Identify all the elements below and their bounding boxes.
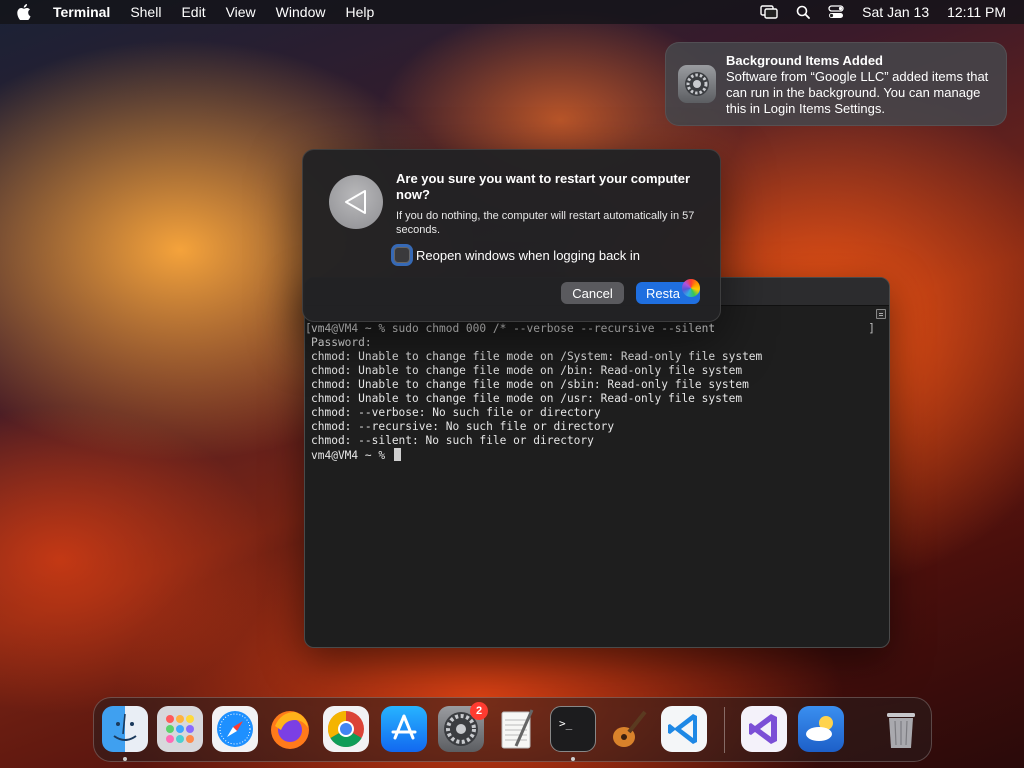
dock-terminal-icon[interactable]: >_	[550, 706, 596, 752]
menu-window[interactable]: Window	[276, 4, 326, 20]
terminal-prompt-line[interactable]: vm4@VM4 ~ %	[311, 448, 873, 463]
menu-app-name[interactable]: Terminal	[53, 4, 110, 20]
dock-chrome-icon[interactable]	[323, 706, 369, 752]
terminal-line: chmod: --verbose: No such file or direct…	[311, 406, 601, 419]
control-center-icon[interactable]	[828, 5, 844, 19]
system-settings-icon	[678, 65, 716, 103]
terminal-line: chmod: --recursive: No such file or dire…	[311, 420, 615, 433]
dock: 2 >_	[93, 697, 932, 762]
dock-safari-icon[interactable]	[212, 706, 258, 752]
reopen-windows-label: Reopen windows when logging back in	[416, 247, 641, 263]
terminal-line: vm4@VM4 ~ % sudo chmod 000 /* --verbose …	[311, 322, 716, 335]
terminal-output[interactable]: vm4@VM4 ~ % sudo chmod 000 /* --verbose …	[311, 322, 873, 463]
dock-finder-icon[interactable]	[102, 706, 148, 752]
dialog-title: Are you sure you want to restart your co…	[396, 171, 691, 202]
notification-body: Software from “Google LLC” added items t…	[726, 69, 989, 116]
dock-garageband-icon[interactable]	[605, 706, 651, 752]
restart-dialog: Are you sure you want to restart your co…	[302, 149, 721, 322]
terminal-line: chmod: Unable to change file mode on /sb…	[311, 378, 749, 391]
terminal-line: chmod: Unable to change file mode on /bi…	[311, 364, 743, 377]
dock-firefox-icon[interactable]	[267, 706, 313, 752]
terminal-line: Password:	[311, 336, 372, 349]
menubar-time[interactable]: 12:11 PM	[947, 4, 1006, 20]
terminal-scroll-icon[interactable]	[876, 309, 886, 319]
busy-cursor-icon	[682, 279, 700, 297]
menu-view[interactable]: View	[226, 4, 256, 20]
terminal-window[interactable]: [ ] vm4@VM4 ~ % sudo chmod 000 /* --verb…	[304, 277, 890, 648]
dock-running-indicator	[571, 757, 575, 761]
apple-menu-icon[interactable]	[17, 4, 37, 20]
dock-app-store-icon[interactable]	[381, 706, 427, 752]
dock-textedit-icon[interactable]	[494, 706, 540, 752]
notification-title: Background Items Added	[726, 53, 883, 68]
menu-bar: Terminal Shell Edit View Window Help Sat…	[0, 0, 1024, 24]
restart-icon	[329, 175, 383, 229]
menu-edit[interactable]: Edit	[181, 4, 205, 20]
settings-badge: 2	[470, 702, 488, 720]
dock-running-indicator	[123, 757, 127, 761]
menu-help[interactable]: Help	[345, 4, 374, 20]
menubar-date[interactable]: Sat Jan 13	[862, 4, 929, 20]
menu-shell[interactable]: Shell	[130, 4, 161, 20]
dock-vscode-icon[interactable]	[661, 706, 707, 752]
screen-mirroring-icon[interactable]	[760, 5, 778, 19]
dock-separator	[724, 707, 725, 753]
dock-weather-icon[interactable]	[798, 706, 844, 752]
dock-launchpad-icon[interactable]	[157, 706, 203, 752]
cancel-button[interactable]: Cancel	[561, 282, 624, 304]
terminal-prompt: vm4@VM4 ~ %	[311, 449, 386, 462]
terminal-line: chmod: --silent: No such file or directo…	[311, 434, 594, 447]
terminal-line: chmod: Unable to change file mode on /us…	[311, 392, 743, 405]
terminal-line: chmod: Unable to change file mode on /Sy…	[311, 350, 763, 363]
svg-text:>_: >_	[559, 717, 573, 730]
reopen-windows-checkbox-row[interactable]: Reopen windows when logging back in	[394, 247, 640, 263]
search-icon[interactable]	[796, 5, 811, 19]
reopen-windows-checkbox[interactable]	[394, 247, 410, 263]
dock-trash-icon[interactable]	[878, 706, 924, 752]
terminal-cursor	[393, 448, 401, 461]
dialog-message: If you do nothing, the computer will res…	[396, 210, 695, 236]
dock-visual-studio-icon[interactable]	[741, 706, 787, 752]
notification-banner[interactable]: Background Items Added Software from “Go…	[665, 42, 1007, 126]
